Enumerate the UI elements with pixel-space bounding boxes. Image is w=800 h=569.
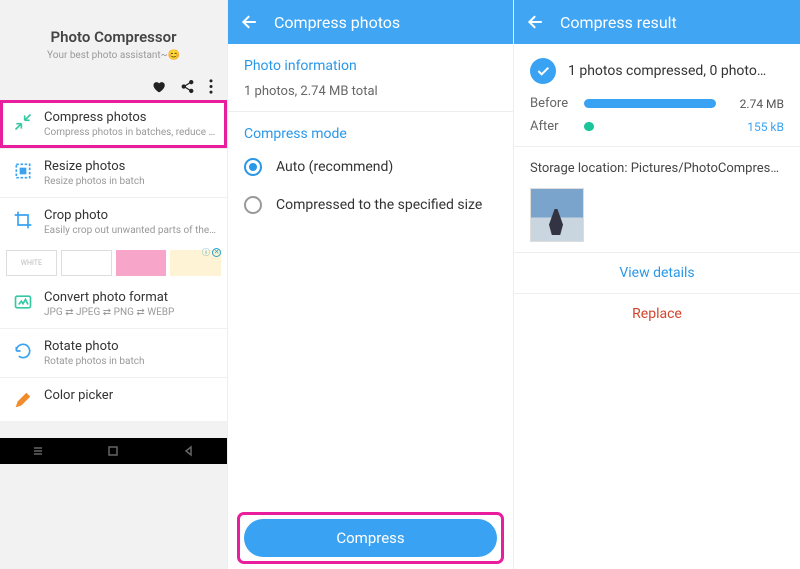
crop-icon <box>12 209 34 231</box>
menu-item-convert-format[interactable]: Convert photo format JPG ⇄ JPEG ⇄ PNG ⇄ … <box>0 280 227 328</box>
view-details-label: View details <box>619 265 694 281</box>
color-picker-icon <box>12 389 34 411</box>
radio-icon <box>244 158 262 176</box>
app-subtitle: Your best photo assistant~😊 <box>8 50 219 61</box>
replace-button[interactable]: Replace <box>514 293 800 334</box>
mode-option-specified-size[interactable]: Compressed to the specified size <box>228 186 513 224</box>
size-after-row: After 155 kB <box>514 115 800 138</box>
compress-icon <box>12 111 34 133</box>
compress-button-label: Compress <box>336 529 404 547</box>
size-before-row: Before 2.74 MB <box>514 92 800 115</box>
heart-icon[interactable] <box>151 79 166 94</box>
menu-item-desc: Rotate photos in batch <box>44 356 217 367</box>
nav-recent-icon[interactable] <box>32 445 44 457</box>
size-before-label: Before <box>530 96 574 111</box>
size-before-value: 2.74 MB <box>726 97 784 111</box>
menu-item-desc: Resize photos in batch <box>44 176 217 187</box>
size-after-bar <box>584 122 594 131</box>
appbar-result: Compress result <box>514 0 800 44</box>
menu-item-desc: Easily crop out unwanted parts of the… <box>44 225 217 236</box>
resize-icon <box>12 160 34 182</box>
appbar-title: Compress result <box>560 13 677 32</box>
app-title: Photo Compressor <box>8 28 219 46</box>
share-icon[interactable] <box>180 79 195 94</box>
photo-info-line: 1 photos, 2.74 MB total <box>228 80 513 111</box>
menu-item-crop-photo[interactable]: Crop photo Easily crop out unwanted part… <box>0 197 227 246</box>
result-thumbnail[interactable] <box>530 188 584 242</box>
ad-tile: WHITE <box>6 250 57 276</box>
mode-label: Compressed to the specified size <box>276 197 482 213</box>
menu-item-title: Compress photos <box>44 110 217 125</box>
convert-icon <box>12 291 34 313</box>
section-compress-mode-title: Compress mode <box>228 112 513 148</box>
menu-item-title: Rotate photo <box>44 339 217 354</box>
back-icon[interactable] <box>526 12 546 32</box>
back-icon[interactable] <box>240 12 260 32</box>
app-header: Photo Compressor Your best photo assista… <box>0 0 227 71</box>
ad-tile <box>116 250 167 276</box>
menu-item-title: Convert photo format <box>44 290 217 305</box>
radio-icon <box>244 196 262 214</box>
section-photo-info-title: Photo information <box>228 44 513 80</box>
compress-button-highlight: Compress <box>242 517 499 559</box>
replace-label: Replace <box>632 306 682 322</box>
menu-item-title: Resize photos <box>44 159 217 174</box>
size-before-bar <box>584 99 716 108</box>
mode-option-auto[interactable]: Auto (recommend) <box>228 148 513 186</box>
nav-home-icon[interactable] <box>107 445 119 457</box>
appbar-compress: Compress photos <box>228 0 513 44</box>
menu-item-resize-photos[interactable]: Resize photos Resize photos in batch <box>0 148 227 197</box>
check-icon <box>530 58 556 84</box>
ad-info-icon[interactable]: ⓘ✕ <box>202 247 221 258</box>
menu-item-color-picker[interactable]: Color picker <box>0 377 227 421</box>
menu-item-rotate-photo[interactable]: Rotate photo Rotate photos in batch <box>0 328 227 377</box>
menu-item-desc: JPG ⇄ JPEG ⇄ PNG ⇄ WEBP <box>44 307 217 318</box>
android-navbar <box>0 438 227 464</box>
rotate-icon <box>12 340 34 362</box>
result-text: 1 photos compressed, 0 photo… <box>568 63 766 79</box>
menu-item-compress-photos[interactable]: Compress photos Compress photos in batch… <box>0 100 227 148</box>
ad-tile <box>61 250 112 276</box>
menu-item-title: Color picker <box>44 388 217 403</box>
more-icon[interactable] <box>209 79 213 94</box>
appbar-title: Compress photos <box>274 13 400 32</box>
nav-back-icon[interactable] <box>183 445 195 457</box>
size-after-value: 155 kB <box>726 120 784 134</box>
mode-label: Auto (recommend) <box>276 159 393 175</box>
compress-button[interactable]: Compress <box>244 519 497 557</box>
result-summary: 1 photos compressed, 0 photo… <box>514 44 800 92</box>
menu-item-desc: Compress photos in batches, reduce p… <box>44 127 217 138</box>
menu-item-title: Crop photo <box>44 208 217 223</box>
storage-location: Storage location: Pictures/PhotoCompres… <box>514 146 800 184</box>
view-details-button[interactable]: View details <box>514 252 800 293</box>
ad-close-icon[interactable]: ✕ <box>212 248 221 257</box>
ad-banner[interactable]: WHITE ⓘ✕ <box>0 246 227 280</box>
size-after-label: After <box>530 119 574 134</box>
